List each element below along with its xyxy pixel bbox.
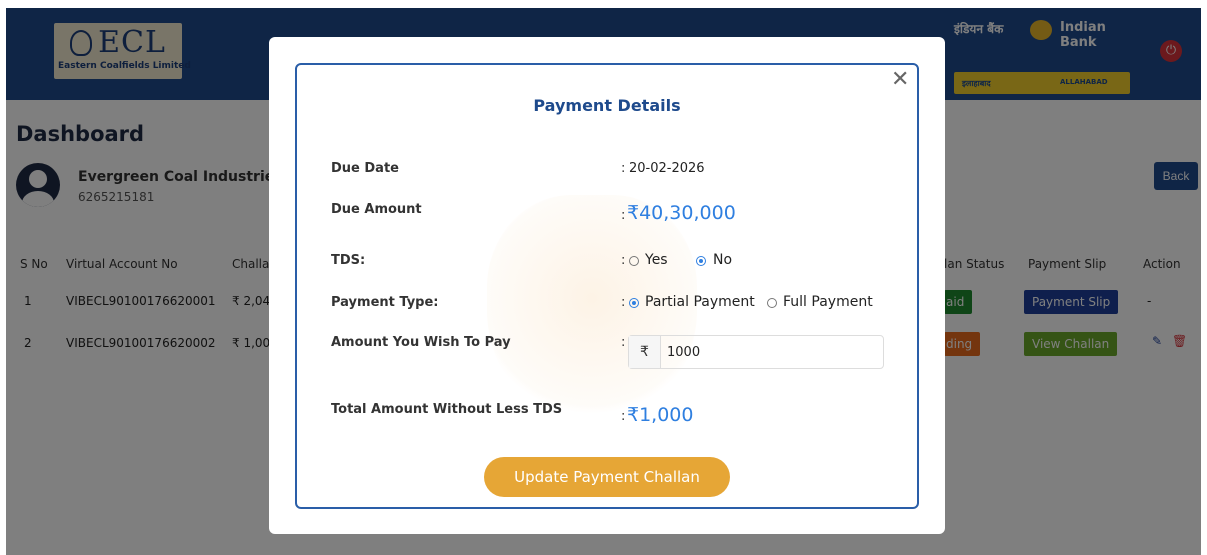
colon: : <box>621 295 626 310</box>
amount-input[interactable] <box>667 342 877 362</box>
due-date-label: Due Date <box>331 161 399 176</box>
tds-label: TDS: <box>331 253 366 268</box>
full-payment-radio[interactable] <box>767 298 777 308</box>
total-amount-label: Total Amount Without Less TDS <box>331 402 563 417</box>
modal-frame <box>295 63 919 509</box>
amount-label: Amount You Wish To Pay <box>331 335 511 350</box>
colon: : <box>621 161 626 176</box>
partial-payment-label[interactable]: Partial Payment <box>645 294 755 310</box>
full-payment-label[interactable]: Full Payment <box>783 294 873 310</box>
update-payment-challan-button[interactable]: Update Payment Challan <box>484 457 730 497</box>
due-amount-value: ₹40,30,000 <box>627 202 736 224</box>
close-icon[interactable]: ✕ <box>891 69 909 91</box>
tds-no-radio[interactable] <box>696 256 706 266</box>
tds-no-label[interactable]: No <box>713 252 732 268</box>
tds-yes-label[interactable]: Yes <box>645 252 668 268</box>
amount-field[interactable]: ₹ <box>628 335 884 369</box>
colon: : <box>621 208 626 223</box>
rupee-prefix: ₹ <box>629 336 661 368</box>
watermark-logo-icon <box>487 195 697 425</box>
partial-payment-radio[interactable] <box>629 298 639 308</box>
total-amount-value: ₹1,000 <box>627 404 694 426</box>
colon: : <box>621 253 626 268</box>
payment-details-modal: Payment Details Due Date : 20-02-2026 Du… <box>269 37 945 534</box>
modal-title: Payment Details <box>533 96 681 115</box>
due-date-value: 20-02-2026 <box>629 161 705 176</box>
payment-type-label: Payment Type: <box>331 295 439 310</box>
colon: : <box>621 409 626 424</box>
colon: : <box>621 335 626 350</box>
tds-yes-radio[interactable] <box>629 256 639 266</box>
due-amount-label: Due Amount <box>331 202 422 217</box>
